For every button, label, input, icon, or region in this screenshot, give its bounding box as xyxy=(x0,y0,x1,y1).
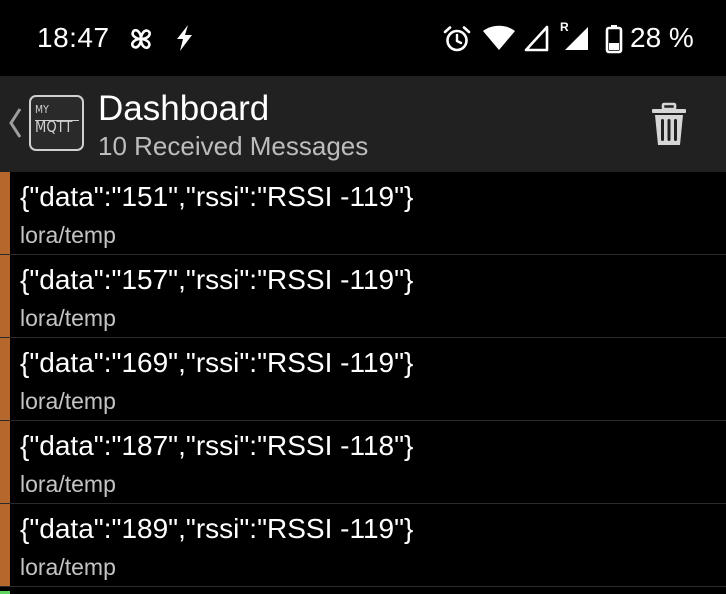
page-title: Dashboard xyxy=(98,89,270,128)
svg-text:R: R xyxy=(560,20,569,34)
signal-icon xyxy=(524,25,549,52)
logo-text-my: MY xyxy=(35,103,49,116)
status-time: 18:47 xyxy=(37,22,110,53)
message-payload: {"data":"157","rssi":"RSSI -119"} xyxy=(20,264,414,295)
app-logo[interactable]: MY MQTT xyxy=(29,95,84,151)
logo-text-mqtt: MQTT xyxy=(35,117,73,136)
message-accent-bar xyxy=(0,172,10,254)
message-payload: {"data":"151","rssi":"RSSI -119"} xyxy=(20,181,414,212)
message-count: 10 Received Messages xyxy=(98,131,369,161)
message-item[interactable]: {"data":"189","rssi":"RSSI -119"} lora/t… xyxy=(0,504,726,587)
battery-percent: 28 % xyxy=(630,22,694,53)
message-payload: {"data":"189","rssi":"RSSI -119"} xyxy=(20,513,414,544)
message-item[interactable]: {"data":"169","rssi":"RSSI -119"} lora/t… xyxy=(0,338,726,421)
message-item[interactable]: {"data":"187","rssi":"RSSI -118"} lora/t… xyxy=(0,421,726,504)
message-topic: lora/temp xyxy=(20,222,116,248)
status-bar: 18:47 R 28 % xyxy=(0,0,726,76)
message-accent-bar xyxy=(0,504,10,586)
wifi-icon xyxy=(483,25,515,50)
message-topic: lora/temp xyxy=(20,471,116,497)
message-accent-bar xyxy=(0,338,10,420)
message-list: {"data":"151","rssi":"RSSI -119"} lora/t… xyxy=(0,172,726,587)
battery-icon xyxy=(605,25,623,54)
alarm-icon xyxy=(443,26,471,52)
back-chevron-icon[interactable] xyxy=(6,106,24,140)
message-payload: {"data":"187","rssi":"RSSI -118"} xyxy=(20,430,414,461)
fan-icon xyxy=(130,28,152,50)
message-topic: lora/temp xyxy=(20,305,116,331)
message-accent-bar xyxy=(0,255,10,337)
delete-icon[interactable] xyxy=(648,102,690,148)
signal-roaming-icon: R xyxy=(560,20,588,50)
app-bar: MY MQTT Dashboard 10 Received Messages xyxy=(0,76,726,172)
bolt-icon xyxy=(177,25,192,51)
message-topic: lora/temp xyxy=(20,388,116,414)
message-payload: {"data":"169","rssi":"RSSI -119"} xyxy=(20,347,414,378)
message-topic: lora/temp xyxy=(20,554,116,580)
message-item[interactable]: {"data":"151","rssi":"RSSI -119"} lora/t… xyxy=(0,172,726,255)
message-accent-bar xyxy=(0,421,10,503)
message-item[interactable]: {"data":"157","rssi":"RSSI -119"} lora/t… xyxy=(0,255,726,338)
